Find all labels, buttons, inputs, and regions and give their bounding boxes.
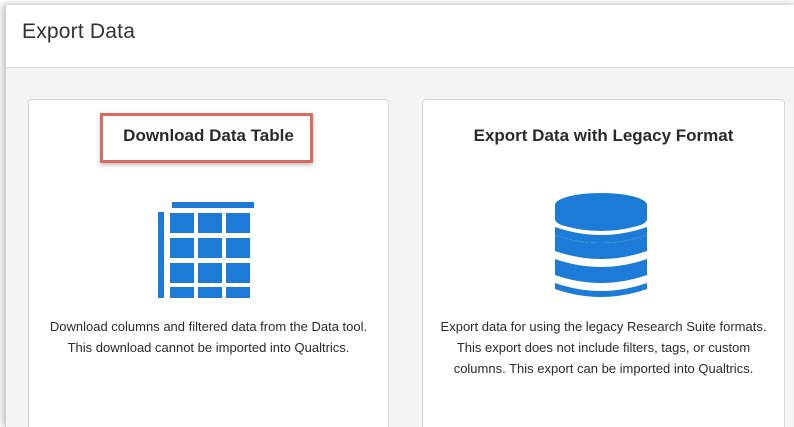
download-data-table-card[interactable]: Download Data Table Download columns and… xyxy=(28,99,389,427)
dialog-body: Download Data Table Download columns and… xyxy=(6,68,794,427)
card-title-export-legacy-format: Export Data with Legacy Format xyxy=(473,126,734,145)
page: Export Data Download Data Table Download… xyxy=(0,0,794,427)
export-data-dialog: Export Data Download Data Table Download… xyxy=(5,5,794,427)
dialog-title: Export Data xyxy=(22,20,136,43)
card-description-download-data-table: Download columns and filtered data from … xyxy=(49,319,368,355)
table-grid-icon xyxy=(158,202,254,298)
card-title-download-data-table: Download Data Table xyxy=(123,126,294,145)
dialog-header: Export Data xyxy=(6,5,794,68)
card-description-export-legacy-format: Export data for using the legacy Researc… xyxy=(440,319,767,376)
database-icon xyxy=(555,193,647,297)
export-legacy-format-card[interactable]: Export Data with Legacy Format Export da… xyxy=(422,99,785,427)
